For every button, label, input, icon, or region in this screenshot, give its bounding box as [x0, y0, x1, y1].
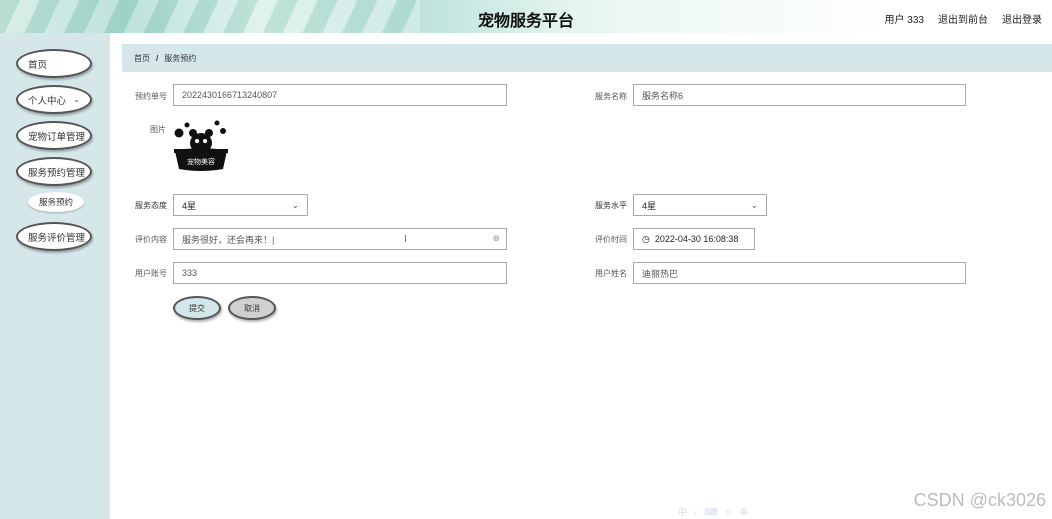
header-links: 用户 333 退出到前台 退出登录	[885, 11, 1042, 26]
service-level-label: 服务水平	[595, 201, 627, 210]
sidebar-item-label: 服务预约	[38, 197, 73, 207]
order-no-input[interactable]: 2022430166713240807	[173, 84, 507, 106]
user-account-value: 333	[182, 268, 198, 278]
breadcrumb-separator: /	[156, 53, 159, 63]
user-name-input[interactable]: 迪丽热巴	[633, 262, 966, 284]
sidebar-item-label: 宠物订单管理	[28, 131, 86, 143]
chevron-down-icon: ⌄	[750, 200, 758, 210]
review-time-input[interactable]: ◷ 2022-04-30 16:08:38	[633, 228, 755, 250]
breadcrumb-current: 服务预约	[164, 53, 197, 63]
top-header: 宠物服务平台 用户 333 退出到前台 退出登录	[0, 0, 1052, 33]
order-no-value: 2022430166713240807	[182, 90, 278, 100]
sidebar-item-review-mgmt[interactable]: 服务评价管理	[16, 222, 92, 251]
review-time-value: 2022-04-30 16:08:38	[654, 234, 739, 244]
clock-icon: ◷	[642, 233, 650, 244]
pet-logo-icon: 宠物美容	[174, 120, 228, 171]
service-name-value: 服务名称6	[642, 90, 684, 101]
service-attitude-select[interactable]: 4星 ⌄	[173, 194, 308, 216]
service-name-label: 服务名称	[595, 92, 627, 101]
image-label: 图片	[150, 125, 166, 134]
sidebar-item-home[interactable]: 首页	[16, 49, 92, 78]
sidebar: 首页 个人中心 ⌄ 宠物订单管理 服务预约管理 服务预约 服务评价管理	[0, 33, 110, 519]
sidebar-item-label: 首页	[28, 59, 48, 71]
chevron-down-icon: ⌄	[73, 95, 80, 104]
sidebar-item-personal-center[interactable]: 个人中心 ⌄	[16, 85, 92, 114]
service-name-input[interactable]: 服务名称6	[633, 84, 966, 106]
user-account-input[interactable]: 333	[173, 262, 507, 284]
csdn-watermark: CSDN @ck3026	[913, 490, 1046, 510]
service-attitude-label: 服务态度	[135, 201, 167, 210]
sidebar-item-label: 服务评价管理	[28, 232, 86, 244]
sidebar-item-pet-orders[interactable]: 宠物订单管理	[16, 121, 92, 150]
text-cursor-icon: I	[404, 234, 407, 245]
user-name-value: 迪丽热巴	[642, 268, 679, 279]
review-content-label: 评价内容	[135, 235, 167, 244]
service-level-value: 4星	[642, 200, 657, 211]
submit-button[interactable]: 提交	[173, 296, 221, 320]
sidebar-item-label: 服务预约管理	[28, 167, 86, 179]
breadcrumb: 首页 / 服务预约	[122, 44, 1052, 72]
sidebar-subitem-service-booking[interactable]: 服务预约	[28, 192, 84, 212]
review-content-input[interactable]: 服务很好，还会再来！| ⊗	[173, 228, 507, 250]
service-level-select[interactable]: 4星 ⌄	[633, 194, 767, 216]
logo-text: 宠物美容	[187, 157, 215, 166]
pet-logo-image[interactable]: 宠物美容	[173, 119, 229, 174]
cancel-button[interactable]: 取消	[228, 296, 276, 320]
review-time-label: 评价时间	[595, 235, 627, 244]
logout-link[interactable]: 退出登录	[1002, 11, 1042, 26]
breadcrumb-home[interactable]: 首页	[134, 53, 150, 64]
user-account-label: 用户账号	[135, 269, 167, 278]
review-content-value: 服务很好，还会再来！|	[182, 234, 275, 245]
chevron-down-icon: ⌄	[291, 200, 299, 210]
ime-toolbar: 中 ♪ ⌨ ☺ ⚙	[678, 507, 750, 517]
user-link[interactable]: 用户 333	[885, 11, 924, 26]
user-name-label: 用户姓名	[595, 269, 627, 278]
back-to-front-link[interactable]: 退出到前台	[938, 11, 988, 26]
service-attitude-value: 4星	[182, 200, 197, 211]
sidebar-item-label: 个人中心	[28, 95, 67, 107]
order-no-label: 预约单号	[135, 92, 167, 101]
sidebar-item-service-booking-mgmt[interactable]: 服务预约管理	[16, 157, 92, 186]
clear-icon[interactable]: ⊗	[492, 233, 500, 244]
